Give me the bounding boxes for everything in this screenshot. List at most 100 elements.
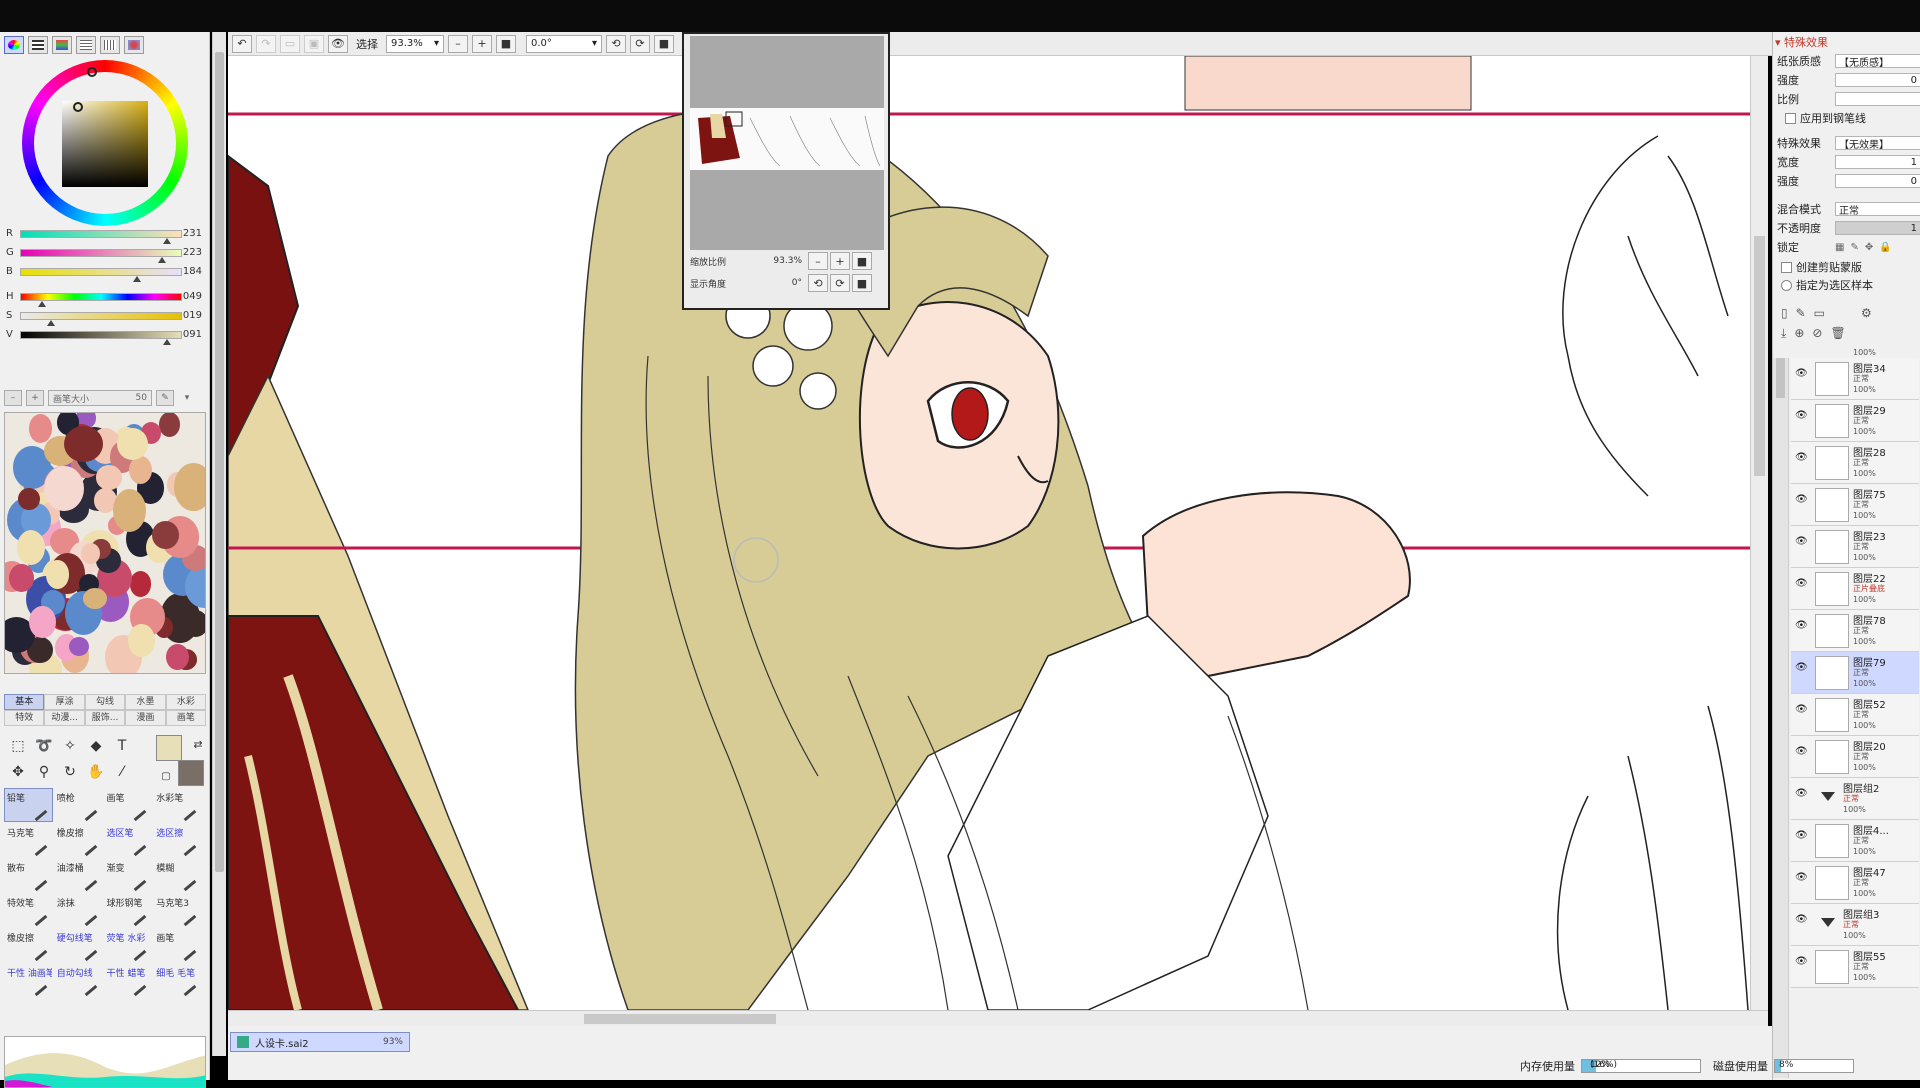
selection-source-checkbox[interactable]	[1781, 279, 1792, 291]
blend-mode-select[interactable]: 正常	[1835, 202, 1920, 216]
visibility-eye-icon[interactable]: 👁	[1795, 620, 1811, 631]
color-slider-s[interactable]: S 019	[4, 308, 204, 326]
layer-item[interactable]: 👁 图层34 正常 100%	[1791, 358, 1919, 400]
slider-track[interactable]	[20, 312, 182, 320]
eyedropper-icon[interactable]: ✎	[156, 390, 174, 406]
layer-item[interactable]: 👁 图层55 正常 100%	[1791, 946, 1919, 988]
brush-category-tab[interactable]: 水彩	[165, 694, 207, 710]
slider-thumb[interactable]	[157, 257, 166, 263]
shape-icon[interactable]: ◆	[86, 736, 106, 756]
hue-marker[interactable]	[87, 67, 97, 77]
zoom-in-button[interactable]: +	[472, 34, 492, 53]
opacity-slider[interactable]: 1	[1835, 221, 1920, 235]
layer-item[interactable]: 👁 图层75 正常 100%	[1791, 484, 1919, 526]
text-tool-icon[interactable]: T	[112, 736, 132, 756]
brush-slot[interactable]: 干性 油画笔	[4, 963, 53, 997]
brush-slot[interactable]: 特效笔	[4, 893, 53, 927]
zoom-out-button[interactable]: –	[448, 34, 468, 53]
effect-strength-slider[interactable]: 0	[1835, 174, 1920, 188]
hsv-slider-mode-tab[interactable]	[52, 36, 72, 54]
navigator-thumbnail[interactable]	[690, 108, 884, 170]
brush-category-tab[interactable]: 基本	[4, 694, 45, 710]
visibility-eye-icon[interactable]: 👁	[1795, 578, 1811, 589]
primary-color-chip[interactable]	[156, 735, 182, 761]
brush-slot[interactable]: 喷枪	[54, 788, 103, 822]
brush-category-tab[interactable]: 厚涂	[44, 694, 85, 710]
delete-layer-icon[interactable]: 🗑	[1830, 326, 1845, 341]
visibility-eye-icon[interactable]: 👁	[1795, 830, 1811, 841]
color-scratchpad[interactable]	[4, 412, 206, 674]
color-slider-v[interactable]: V 091	[4, 327, 204, 345]
swap-colors-icon[interactable]: ⇄	[188, 734, 208, 754]
rotate-icon[interactable]: ↻	[60, 762, 80, 782]
nav-zoom-in-button[interactable]: +	[830, 252, 850, 270]
lock-paint-icon[interactable]: ✎	[1850, 242, 1858, 253]
drawing-canvas[interactable]	[228, 56, 1750, 1010]
canvas-vertical-scrollbar[interactable]	[1750, 56, 1768, 1010]
scrollbar-thumb[interactable]	[1776, 358, 1785, 398]
brush-slot[interactable]: 硬勾线笔	[54, 928, 103, 962]
color-picker-icon[interactable]: ⁄	[112, 762, 132, 782]
clipping-checkbox[interactable]	[1781, 261, 1792, 273]
brush-category-tab[interactable]: 服饰...	[84, 710, 126, 726]
brush-slot[interactable]: 球形钢笔	[104, 893, 153, 927]
slider-thumb[interactable]	[46, 320, 55, 326]
brush-slot[interactable]: 散布	[4, 858, 53, 892]
layer-item[interactable]: 👁 图层20 正常 100%	[1791, 736, 1919, 778]
visibility-eye-icon[interactable]: 👁	[1795, 746, 1811, 757]
brush-slot[interactable]: 涂抹	[54, 893, 103, 927]
rgb-slider-mode-tab[interactable]	[28, 36, 48, 54]
slider-track[interactable]	[20, 230, 182, 238]
visibility-eye-icon[interactable]: 👁	[1795, 662, 1811, 673]
nav-zoom-reset-button[interactable]: ■	[852, 252, 872, 270]
layer-item[interactable]: 👁 图层29 正常 100%	[1791, 400, 1919, 442]
slider-track[interactable]	[20, 331, 182, 339]
palette-mode-tab[interactable]	[76, 36, 96, 54]
sv-marker[interactable]	[73, 102, 83, 112]
brush-category-tab[interactable]: 水墨	[125, 694, 166, 710]
layer-item[interactable]: 👁 图层78 正常 100%	[1791, 610, 1919, 652]
color-slider-r[interactable]: R 231	[4, 226, 204, 244]
group-expand-icon[interactable]	[1821, 918, 1835, 927]
brush-slot[interactable]: 画笔	[153, 928, 202, 962]
brush-slot[interactable]: 马克笔3	[153, 893, 202, 927]
brush-slot[interactable]: 铅笔	[4, 788, 53, 822]
texture-select[interactable]: 【无质感】	[1835, 54, 1920, 68]
visibility-eye-icon[interactable]: 👁	[1795, 704, 1811, 715]
visibility-eye-icon[interactable]: 👁	[1795, 536, 1811, 547]
layer-group-item[interactable]: 👁 图层组3 正常 100%	[1791, 904, 1919, 946]
lock-transparency-icon[interactable]: ▦	[1835, 242, 1844, 253]
color-slider-g[interactable]: G 223	[4, 245, 204, 263]
visibility-eye-icon[interactable]: 👁	[1795, 368, 1811, 379]
layer-item[interactable]: 👁 图层28 正常 100%	[1791, 442, 1919, 484]
document-tab[interactable]: 人设卡.sai2 93%	[230, 1032, 410, 1052]
visibility-eye-icon[interactable]: 👁	[1795, 410, 1811, 421]
hand-icon[interactable]: ✋	[86, 762, 106, 782]
brush-slot[interactable]: 马克笔	[4, 823, 53, 857]
visibility-eye-icon[interactable]: 👁	[1795, 914, 1811, 925]
layer-group-item[interactable]: 👁 图层组2 正常 100%	[1791, 778, 1919, 820]
visibility-eye-icon[interactable]: 👁	[1795, 956, 1811, 967]
scrollbar-thumb[interactable]	[584, 1014, 776, 1024]
visibility-eye-icon[interactable]: 👁	[1795, 452, 1811, 463]
slider-thumb[interactable]	[38, 301, 47, 307]
rotation-field[interactable]: 0.0° ▾	[526, 34, 602, 53]
brush-slot[interactable]: 油漆桶	[54, 858, 103, 892]
slider-thumb[interactable]	[132, 276, 141, 282]
layer-item[interactable]: 👁 图层23 正常 100%	[1791, 526, 1919, 568]
color-slider-h[interactable]: H 049	[4, 289, 204, 307]
secondary-color-chip[interactable]	[178, 760, 204, 786]
brush-category-tab[interactable]: 勾线	[84, 694, 126, 710]
rotation-reset-button[interactable]: ■	[654, 34, 674, 53]
scratchpad-mode-tab[interactable]	[124, 36, 144, 54]
clear-layer-icon[interactable]: ⊘	[1812, 326, 1822, 341]
transparent-color-icon[interactable]: ▢	[156, 766, 176, 786]
rotate-left-icon[interactable]: ⟲	[606, 34, 626, 53]
scrollbar-thumb[interactable]	[215, 52, 224, 872]
color-slider-b[interactable]: B 184	[4, 264, 204, 282]
deselect-icon[interactable]: ▭	[280, 34, 300, 53]
apply-to-pen-row[interactable]: 应用到钢笔线	[1785, 109, 1920, 127]
nav-rotate-left-icon[interactable]: ⟲	[808, 274, 828, 292]
brush-slot[interactable]: 选区笔	[104, 823, 153, 857]
layer-item[interactable]: 👁 图层22 正片叠底 100%	[1791, 568, 1919, 610]
